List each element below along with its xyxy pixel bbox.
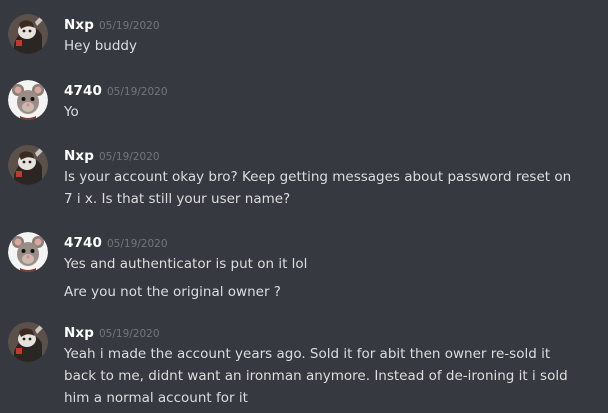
username[interactable]: 4740 (64, 83, 102, 99)
message-header: Nxp 05/19/2020 (64, 14, 160, 34)
nxp-avatar-icon (8, 14, 48, 54)
message-text: Hey buddy (64, 38, 137, 54)
message-text: Are you not the original owner ? (64, 284, 281, 300)
timestamp: 05/19/2020 (106, 86, 168, 98)
timestamp: 05/19/2020 (106, 238, 168, 250)
avatar[interactable] (8, 322, 48, 362)
rat-avatar-icon (8, 232, 48, 272)
message-header: Nxp 05/19/2020 (64, 145, 160, 165)
avatar[interactable] (8, 80, 48, 120)
message-text: Yeah i made the account years ago. Sold … (64, 346, 568, 406)
avatar[interactable] (8, 14, 48, 54)
message-header: 4740 05/19/2020 (64, 80, 168, 100)
avatar[interactable] (8, 145, 48, 185)
avatar[interactable] (8, 232, 48, 272)
message-text: Yo (64, 104, 79, 120)
timestamp: 05/19/2020 (98, 151, 160, 163)
chat-message-list: Nxp 05/19/2020 Hey buddy 4740 05/19/2020 (0, 0, 608, 413)
username[interactable]: Nxp (64, 325, 94, 341)
username[interactable]: Nxp (64, 17, 94, 33)
message-header: 4740 05/19/2020 (64, 232, 168, 252)
message-text: Is your account okay bro? Keep getting m… (64, 169, 572, 207)
nxp-avatar-icon (8, 145, 48, 185)
timestamp: 05/19/2020 (98, 20, 160, 32)
username[interactable]: Nxp (64, 148, 94, 164)
rat-avatar-icon (8, 80, 48, 120)
message-header: Nxp 05/19/2020 (64, 322, 160, 342)
timestamp: 05/19/2020 (98, 328, 160, 340)
message-text: Yes and authenticator is put on it lol (64, 256, 308, 272)
username[interactable]: 4740 (64, 235, 102, 251)
nxp-avatar-icon (8, 322, 48, 362)
